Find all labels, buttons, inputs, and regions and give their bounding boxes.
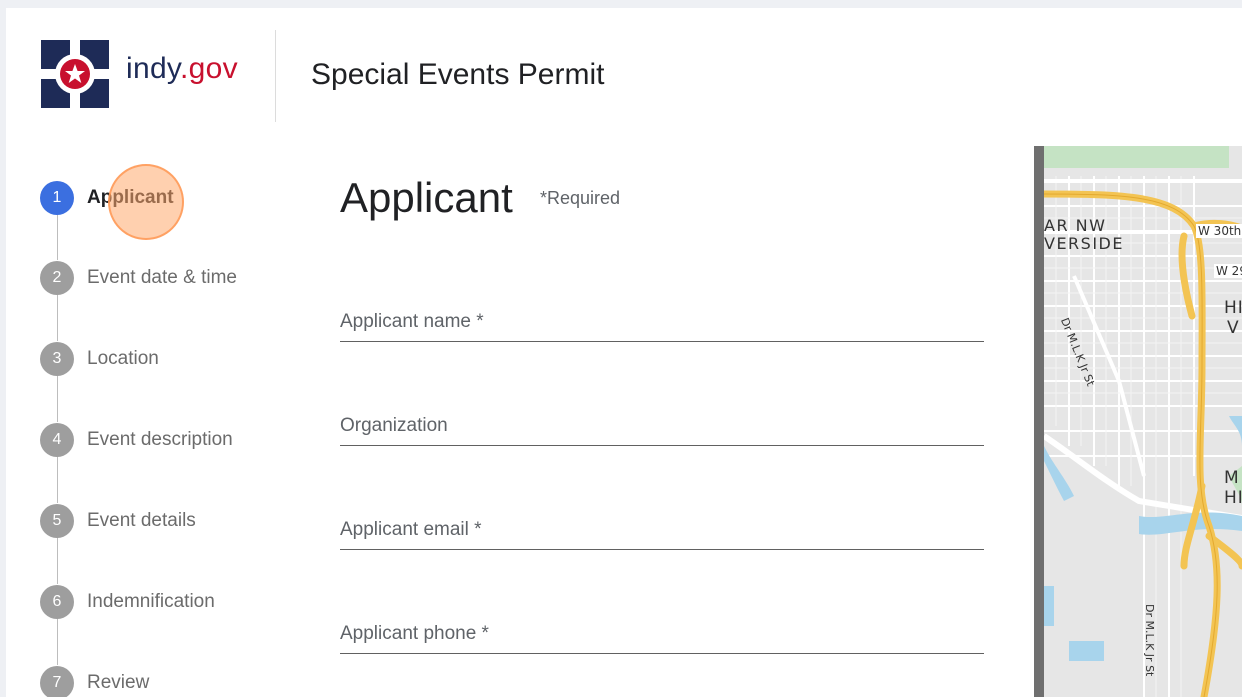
step-event-details[interactable]: 5 Event details	[40, 504, 196, 538]
step-number: 5	[40, 504, 74, 538]
step-label: Event description	[87, 429, 233, 450]
step-number: 3	[40, 342, 74, 376]
step-connector	[57, 537, 58, 584]
indy-gov-wordmark[interactable]: indy.gov	[126, 52, 238, 86]
map-label-street: W 30th	[1196, 224, 1242, 238]
applicant-email-field[interactable]: Applicant email *	[340, 500, 984, 550]
step-number: 4	[40, 423, 74, 457]
stepper: 1 Applicant 2 Event date & time 3 Locati…	[6, 146, 306, 697]
step-connector	[57, 375, 58, 422]
map-label-street: Dr M.L.K Jr St	[1143, 604, 1156, 677]
app-header: indy.gov Special Events Permit	[6, 8, 1242, 146]
step-applicant[interactable]: 1 Applicant	[40, 181, 174, 215]
step-connector	[57, 294, 58, 341]
map-label-area: M	[1224, 468, 1240, 488]
map-label-area: HI	[1224, 298, 1242, 318]
step-label: Event details	[87, 510, 196, 531]
map-label-area: AR NW	[1044, 216, 1107, 235]
logo-tld: gov	[188, 52, 238, 85]
step-label: Event date & time	[87, 267, 237, 288]
step-connector	[57, 456, 58, 503]
header-divider	[275, 30, 276, 122]
step-number: 7	[40, 666, 74, 697]
step-connector	[57, 214, 58, 260]
logo-dot: .	[180, 52, 189, 85]
step-label: Location	[87, 348, 159, 369]
logo-word: indy	[126, 52, 181, 85]
form-title: Applicant	[340, 174, 513, 221]
map-label-area: V	[1227, 318, 1240, 338]
step-label: Review	[87, 672, 150, 693]
field-label: Applicant phone *	[340, 623, 489, 644]
indy-logo-icon[interactable]	[41, 40, 109, 108]
field-label: Applicant name *	[340, 311, 484, 332]
step-review[interactable]: 7 Review	[40, 666, 149, 697]
organization-field[interactable]: Organization	[340, 396, 984, 446]
map-label-area: HI	[1224, 488, 1242, 508]
step-number: 2	[40, 261, 74, 295]
step-event-date-time[interactable]: 2 Event date & time	[40, 261, 237, 295]
step-indemnification[interactable]: 6 Indemnification	[40, 585, 215, 619]
step-number: 6	[40, 585, 74, 619]
step-label: Indemnification	[87, 591, 215, 612]
applicant-form: Applicant *Required Applicant name * Org…	[340, 146, 984, 697]
step-label: Applicant	[87, 187, 174, 208]
map-label-area: VERSIDE	[1044, 234, 1124, 253]
applicant-name-field[interactable]: Applicant name *	[340, 292, 984, 342]
field-label: Applicant email *	[340, 519, 482, 540]
step-connector	[57, 618, 58, 665]
step-event-description[interactable]: 4 Event description	[40, 423, 233, 457]
step-number: 1	[40, 181, 74, 215]
page-title: Special Events Permit	[311, 58, 605, 91]
main-content: 1 Applicant 2 Event date & time 3 Locati…	[6, 146, 1242, 697]
field-label: Organization	[340, 415, 448, 436]
applicant-phone-field[interactable]: Applicant phone *	[340, 604, 984, 654]
map-label-street: W 29	[1214, 264, 1242, 278]
step-location[interactable]: 3 Location	[40, 342, 159, 376]
location-map[interactable]: AR NW VERSIDE W 30th W 29 Dr M.L.K Jr St…	[1034, 146, 1242, 697]
required-note: *Required	[540, 188, 621, 208]
